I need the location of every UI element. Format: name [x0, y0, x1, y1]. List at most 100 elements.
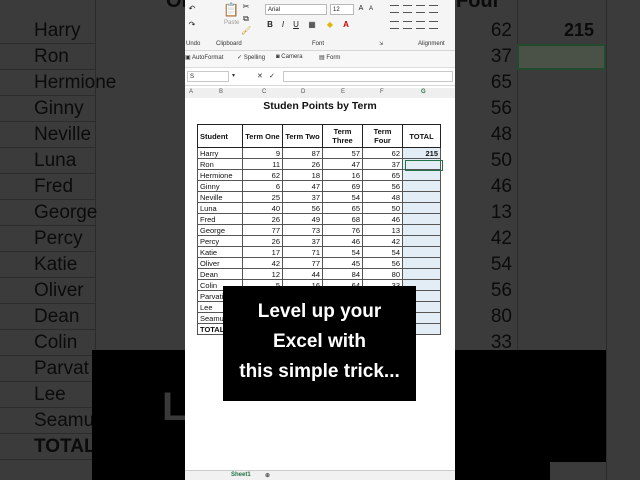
formula-input[interactable] — [283, 71, 453, 82]
total-cell[interactable] — [402, 268, 441, 280]
score-cell[interactable]: 48 — [362, 191, 403, 203]
header-term-three[interactable]: Term Three — [322, 124, 363, 148]
score-cell[interactable]: 73 — [282, 224, 323, 236]
score-cell[interactable]: 9 — [242, 147, 283, 159]
camera-button[interactable]: ◙ Camera — [276, 54, 303, 60]
student-name-cell[interactable]: Ron — [197, 158, 243, 170]
total-cell[interactable] — [402, 202, 441, 214]
total-cell[interactable] — [402, 191, 441, 203]
column-header-e[interactable]: E — [341, 89, 345, 95]
student-name-cell[interactable]: Neville — [197, 191, 243, 203]
copy-icon[interactable]: ⧉ — [241, 14, 251, 24]
italic-button[interactable]: I — [278, 20, 288, 30]
total-cell[interactable]: 215 — [402, 147, 441, 159]
score-cell[interactable]: 40 — [242, 202, 283, 214]
score-cell[interactable]: 47 — [282, 180, 323, 192]
score-cell[interactable]: 77 — [242, 224, 283, 236]
score-cell[interactable]: 62 — [242, 169, 283, 181]
student-name-cell[interactable]: Katie — [197, 246, 243, 258]
student-name-cell[interactable]: Hermione — [197, 169, 243, 181]
score-cell[interactable]: 25 — [242, 191, 283, 203]
score-cell[interactable]: 37 — [362, 158, 403, 170]
student-name-cell[interactable]: Harry — [197, 147, 243, 159]
score-cell[interactable]: 56 — [362, 180, 403, 192]
column-header-d[interactable]: D — [301, 89, 305, 95]
bold-button[interactable]: B — [265, 20, 275, 30]
score-cell[interactable]: 62 — [362, 147, 403, 159]
score-cell[interactable]: 26 — [282, 158, 323, 170]
namebox-dropdown-icon[interactable]: ▾ — [232, 72, 235, 79]
score-cell[interactable]: 18 — [282, 169, 323, 181]
orientation-icon[interactable] — [429, 5, 438, 13]
total-cell[interactable] — [402, 235, 441, 247]
student-name-cell[interactable]: Dean — [197, 268, 243, 280]
score-cell[interactable]: 57 — [322, 147, 363, 159]
score-cell[interactable]: 42 — [242, 257, 283, 269]
borders-icon[interactable]: ▦ — [307, 20, 317, 30]
score-cell[interactable]: 65 — [322, 202, 363, 214]
score-cell[interactable]: 12 — [242, 268, 283, 280]
worksheet[interactable]: Studen Points by Term Student Term One T… — [185, 98, 455, 470]
score-cell[interactable]: 46 — [362, 213, 403, 225]
score-cell[interactable]: 17 — [242, 246, 283, 258]
form-button[interactable]: ▤ Form — [319, 54, 340, 61]
grow-font-icon[interactable]: A — [356, 4, 366, 14]
format-painter-icon[interactable]: 🖌 — [241, 26, 251, 36]
score-cell[interactable]: 71 — [282, 246, 323, 258]
redo-icon[interactable]: ↷ — [187, 20, 197, 30]
total-cell[interactable] — [402, 257, 441, 269]
student-name-cell[interactable]: Luna — [197, 202, 243, 214]
student-name-cell[interactable]: Percy — [197, 235, 243, 247]
total-cell[interactable] — [402, 180, 441, 192]
score-cell[interactable]: 45 — [322, 257, 363, 269]
score-cell[interactable]: 26 — [242, 213, 283, 225]
cancel-icon[interactable]: ✕ — [257, 72, 263, 80]
score-cell[interactable]: 65 — [362, 169, 403, 181]
student-name-cell[interactable]: Fred — [197, 213, 243, 225]
header-term-two[interactable]: Term Two — [282, 124, 323, 148]
align-left-icon[interactable] — [390, 21, 399, 29]
autoformat-button[interactable]: ▣ AutoFormat — [185, 54, 223, 61]
score-cell[interactable]: 49 — [282, 213, 323, 225]
align-right-icon[interactable] — [416, 21, 425, 29]
align-middle-icon[interactable] — [403, 5, 412, 13]
font-name-select[interactable]: Arial — [265, 4, 327, 15]
score-cell[interactable]: 56 — [282, 202, 323, 214]
spelling-button[interactable]: ✓ Spelling — [237, 54, 265, 61]
score-cell[interactable]: 37 — [282, 191, 323, 203]
score-cell[interactable]: 80 — [362, 268, 403, 280]
cut-icon[interactable]: ✂ — [241, 2, 251, 12]
font-dialog-launcher-icon[interactable]: ⇲ — [379, 41, 383, 47]
header-term-one[interactable]: Term One — [242, 124, 283, 148]
column-header-c[interactable]: C — [262, 89, 266, 95]
score-cell[interactable]: 84 — [322, 268, 363, 280]
undo-icon[interactable]: ↶ — [187, 4, 197, 14]
underline-button[interactable]: U — [291, 20, 301, 30]
add-sheet-icon[interactable]: ⊕ — [265, 472, 270, 479]
score-cell[interactable]: 56 — [362, 257, 403, 269]
score-cell[interactable]: 47 — [322, 158, 363, 170]
score-cell[interactable]: 44 — [282, 268, 323, 280]
header-total[interactable]: TOTAL — [402, 124, 441, 148]
score-cell[interactable]: 6 — [242, 180, 283, 192]
student-name-cell[interactable]: Oliver — [197, 257, 243, 269]
fill-color-icon[interactable]: ◆ — [325, 20, 335, 30]
score-cell[interactable]: 76 — [322, 224, 363, 236]
score-cell[interactable]: 42 — [362, 235, 403, 247]
total-cell[interactable] — [402, 246, 441, 258]
student-name-cell[interactable]: Ginny — [197, 180, 243, 192]
column-header-g[interactable]: G — [421, 89, 426, 95]
align-center-icon[interactable] — [403, 21, 412, 29]
score-cell[interactable]: 16 — [322, 169, 363, 181]
score-cell[interactable]: 11 — [242, 158, 283, 170]
score-cell[interactable]: 13 — [362, 224, 403, 236]
align-bottom-icon[interactable] — [416, 5, 425, 13]
score-cell[interactable]: 54 — [322, 246, 363, 258]
score-cell[interactable]: 46 — [322, 235, 363, 247]
header-term-four[interactable]: Term Four — [362, 124, 403, 148]
score-cell[interactable]: 68 — [322, 213, 363, 225]
total-cell[interactable] — [402, 169, 441, 181]
font-size-select[interactable]: 12 — [330, 4, 354, 15]
column-header-a[interactable]: A — [189, 89, 193, 95]
total-cell[interactable] — [402, 224, 441, 236]
